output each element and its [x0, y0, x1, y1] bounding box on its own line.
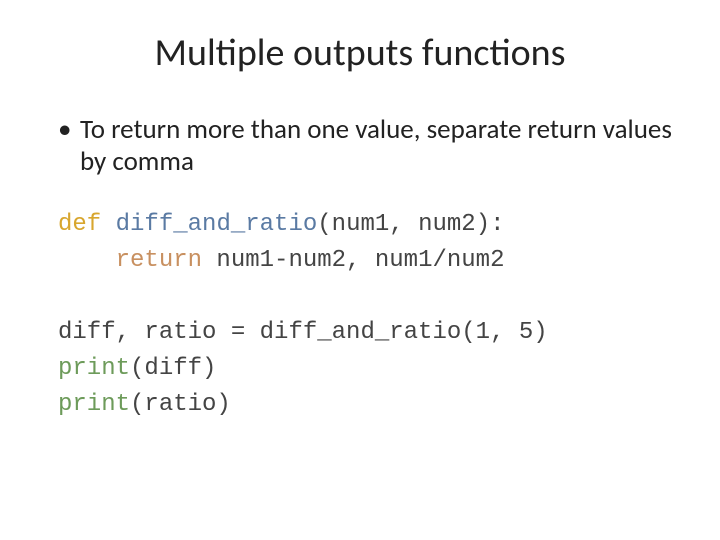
code-line-print2: print(ratio): [58, 387, 680, 423]
bullet-item: To return more than one value, separate …: [58, 114, 680, 179]
keyword-return: return: [116, 247, 202, 274]
function-print: print: [58, 391, 130, 418]
slide: Multiple outputs functions To return mor…: [0, 0, 720, 453]
keyword-def: def: [58, 211, 101, 238]
code-line-return: return num1-num2, num1/num2: [58, 243, 680, 279]
bullet-list: To return more than one value, separate …: [40, 114, 680, 179]
function-name: diff_and_ratio: [101, 211, 317, 238]
code-text: (num1, num2):: [317, 211, 504, 238]
code-indent: [58, 247, 116, 274]
blank-line: [58, 279, 680, 315]
code-line-print1: print(diff): [58, 351, 680, 387]
slide-title: Multiple outputs functions: [40, 30, 680, 76]
function-print: print: [58, 355, 130, 382]
code-text: (diff): [130, 355, 216, 382]
code-block: def diff_and_ratio(num1, num2): return n…: [40, 207, 680, 423]
code-line-def: def diff_and_ratio(num1, num2):: [58, 207, 680, 243]
code-line-call: diff, ratio = diff_and_ratio(1, 5): [58, 315, 680, 351]
code-text: num1-num2, num1/num2: [202, 247, 504, 274]
code-text: (ratio): [130, 391, 231, 418]
